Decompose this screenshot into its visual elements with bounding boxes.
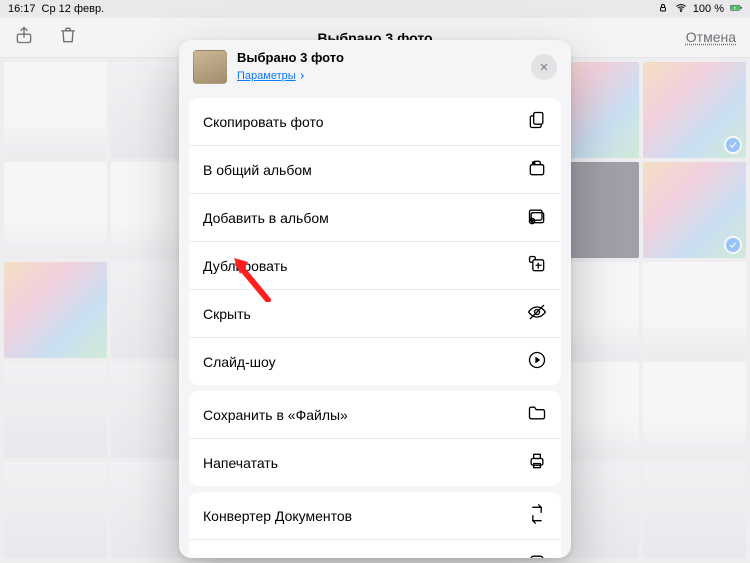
status-bar: 16:17 Ср 12 февр. 100 %	[0, 0, 750, 18]
arrows-cycle-icon	[527, 504, 547, 527]
action-label: Конвертер Документов	[203, 508, 352, 524]
action-doc-converter[interactable]: Конвертер Документов	[189, 492, 561, 539]
wifi-icon	[675, 2, 687, 17]
share-sheet: Выбрано 3 фото Параметры Скопировать фот…	[179, 40, 571, 558]
duplicate-icon	[527, 254, 547, 277]
action-label: Сохранить в «Файлы»	[203, 407, 348, 423]
action-label: Дублировать	[203, 258, 287, 274]
action-slideshow[interactable]: Слайд-шоу	[189, 337, 561, 385]
action-combine-images[interactable]: Combine Images	[189, 539, 561, 558]
battery-icon	[730, 2, 742, 17]
action-duplicate[interactable]: Дублировать	[189, 241, 561, 289]
action-group: Скопировать фото В общий альбом Добавить в…	[189, 98, 561, 385]
share-options-link[interactable]: Параметры	[237, 70, 306, 83]
action-copy-photo[interactable]: Скопировать фото	[189, 98, 561, 145]
action-save-to-files[interactable]: Сохранить в «Файлы»	[189, 391, 561, 438]
share-preview-thumb	[193, 50, 227, 84]
share-sheet-header: Выбрано 3 фото Параметры	[179, 40, 571, 92]
action-add-to-album[interactable]: Добавить в альбом	[189, 193, 561, 241]
action-label: Combine Images	[203, 556, 309, 559]
share-icon[interactable]	[14, 25, 34, 50]
square-icon	[527, 552, 547, 558]
action-hide[interactable]: Скрыть	[189, 289, 561, 337]
action-label: Скопировать фото	[203, 114, 324, 130]
printer-icon	[527, 451, 547, 474]
cancel-link[interactable]: Отмена	[686, 29, 736, 45]
share-sheet-title: Выбрано 3 фото	[237, 50, 521, 66]
action-print[interactable]: Напечатать	[189, 438, 561, 486]
orientation-lock-icon	[657, 2, 669, 17]
status-date: Ср 12 февр.	[42, 3, 105, 15]
play-circle-icon	[527, 350, 547, 373]
eye-slash-icon	[527, 302, 547, 325]
copy-pages-icon	[527, 110, 547, 133]
action-label: В общий альбом	[203, 162, 312, 178]
folder-icon	[527, 403, 547, 426]
close-button[interactable]	[531, 54, 557, 80]
action-label: Добавить в альбом	[203, 210, 329, 226]
battery-percentage: 100 %	[693, 3, 724, 15]
trash-icon[interactable]	[58, 25, 78, 50]
action-group: Сохранить в «Файлы» Напечатать	[189, 391, 561, 486]
action-shared-album[interactable]: В общий альбом	[189, 145, 561, 193]
status-time: 16:17	[8, 3, 36, 15]
albums-add-icon	[527, 206, 547, 229]
action-label: Слайд-шоу	[203, 354, 276, 370]
action-label: Скрыть	[203, 306, 251, 322]
action-label: Напечатать	[203, 455, 278, 471]
action-group: Конвертер ДокументовCombine ImagesFile D…	[189, 492, 561, 558]
shared-album-icon	[527, 158, 547, 181]
